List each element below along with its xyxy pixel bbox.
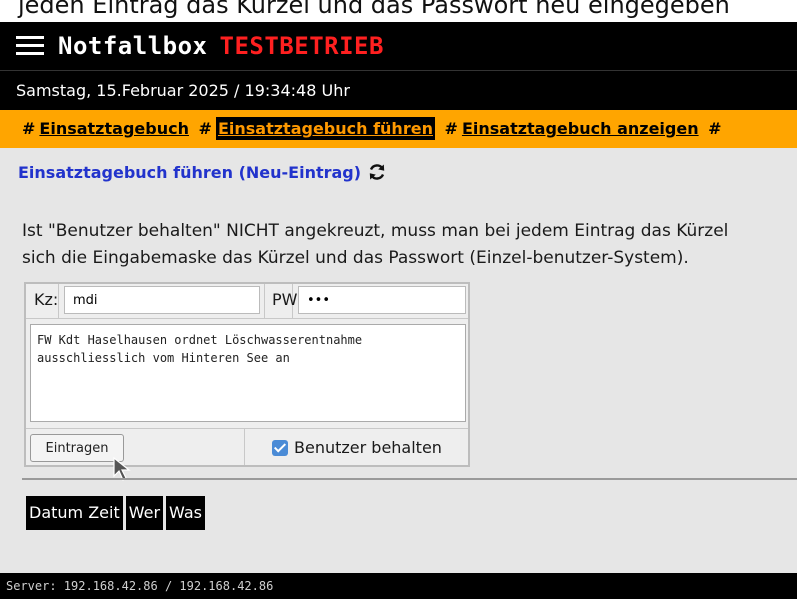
info-line-2: sich die Eingabemaske das Kürzel und das…	[22, 248, 689, 268]
section-divider	[22, 478, 797, 480]
nav-separator: #	[444, 119, 458, 138]
kz-input[interactable]	[64, 286, 260, 314]
column-header-wer: Wer	[125, 496, 164, 530]
note-textarea[interactable]: FW Kdt Haselhausen ordnet Löschwasserent…	[30, 324, 466, 422]
divider	[244, 428, 245, 465]
pw-input[interactable]	[298, 286, 466, 314]
info-line-1: Ist "Benutzer behalten" NICHT angekreuzt…	[22, 221, 729, 241]
nav-separator: #	[198, 119, 212, 138]
nav-separator: #	[708, 119, 722, 138]
divider	[264, 284, 265, 318]
checkbox-checked-icon[interactable]	[272, 439, 288, 456]
submit-button[interactable]: Eintragen	[30, 434, 124, 462]
entry-form: Kz: PW: FW Kdt Haselhausen ordnet Löschw…	[24, 282, 470, 467]
keep-user-label: Benutzer behalten	[294, 438, 442, 457]
section-title-row: Einsatztagebuch führen (Neu-Eintrag)	[18, 162, 387, 182]
journal-table-header: Datum Zeit Wer Was	[26, 496, 205, 530]
page-caption: jeden Eintrag das Kürzel und das Passwor…	[0, 0, 797, 22]
column-header-datum-zeit: Datum Zeit	[26, 496, 123, 530]
section-title: Einsatztagebuch führen (Neu-Eintrag)	[18, 162, 362, 182]
nav-item-einsatztagebuch-anzeigen[interactable]: Einsatztagebuch anzeigen	[462, 119, 699, 138]
nav-item-einsatztagebuch[interactable]: Einsatztagebuch	[39, 119, 189, 138]
reload-icon[interactable]	[367, 162, 387, 182]
keep-user-checkbox[interactable]: Benutzer behalten	[272, 438, 442, 457]
nav-separator: #	[22, 119, 36, 138]
nav-item-einsatztagebuch-fuehren[interactable]: Einsatztagebuch führen	[215, 117, 435, 140]
app-mode-badge: TESTBETRIEB	[219, 32, 384, 60]
kz-label: Kz:	[34, 290, 59, 309]
divider	[26, 318, 468, 319]
nav-bar: # Einsatztagebuch # Einsatztagebuch führen…	[0, 110, 797, 148]
column-header-was: Was	[166, 496, 205, 530]
title-bar: Notfallbox TESTBETRIEB	[0, 22, 797, 70]
menu-icon[interactable]	[16, 35, 44, 57]
datetime-bar: Samstag, 15.Februar 2025 / 19:34:48 Uhr	[0, 70, 797, 110]
server-footer: Server: 192.168.42.86 / 192.168.42.86	[0, 573, 797, 599]
info-text: Ist "Benutzer behalten" NICHT angekreuzt…	[22, 218, 797, 272]
divider	[26, 428, 468, 429]
app-title: Notfallbox	[58, 32, 208, 60]
